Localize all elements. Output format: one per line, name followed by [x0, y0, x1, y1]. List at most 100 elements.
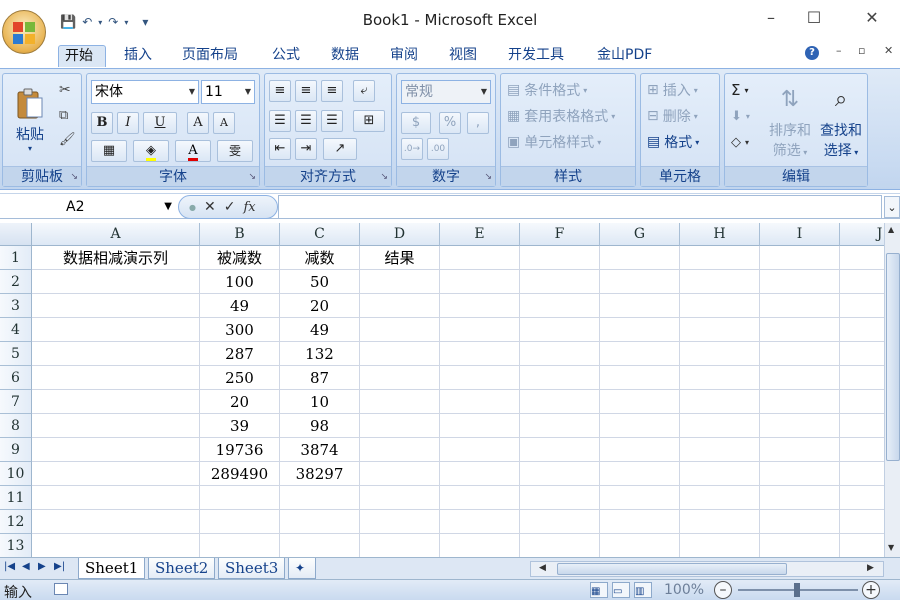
cell-a5[interactable] [32, 342, 200, 366]
cell-f3[interactable] [520, 294, 600, 318]
cell-a3[interactable] [32, 294, 200, 318]
enter-icon[interactable]: ✓ [224, 199, 236, 215]
insert-sheet-button[interactable]: ✦ [288, 558, 316, 579]
format-cells-button[interactable]: ▤ 格式 ▾ [647, 132, 699, 152]
horizontal-scroll-thumb[interactable] [557, 563, 787, 575]
cell-h5[interactable] [680, 342, 760, 366]
cell-d9[interactable] [360, 438, 440, 462]
cell-a6[interactable] [32, 366, 200, 390]
cell-e11[interactable] [440, 486, 520, 510]
zoom-level[interactable]: 100% [664, 582, 704, 598]
cell-j13[interactable] [840, 534, 884, 557]
format-as-table-button[interactable]: ▦ 套用表格格式 ▾ [507, 106, 615, 126]
cell-g13[interactable] [600, 534, 680, 557]
cell-g10[interactable] [600, 462, 680, 486]
cell-e1[interactable] [440, 246, 520, 270]
cell-d8[interactable] [360, 414, 440, 438]
currency-button[interactable]: $ [401, 112, 431, 134]
cell-b7[interactable]: 20 [200, 390, 280, 414]
cell-h6[interactable] [680, 366, 760, 390]
cell-h7[interactable] [680, 390, 760, 414]
cell-h1[interactable] [680, 246, 760, 270]
cell-i2[interactable] [760, 270, 840, 294]
cell-e7[interactable] [440, 390, 520, 414]
cell-j5[interactable] [840, 342, 884, 366]
sort-filter-button[interactable]: ⇅ 排序和 筛选 ▾ [765, 80, 815, 166]
column-header-h[interactable]: H [680, 223, 760, 246]
cell-j2[interactable] [840, 270, 884, 294]
cell-c11[interactable] [280, 486, 360, 510]
cell-h13[interactable] [680, 534, 760, 557]
cell-e8[interactable] [440, 414, 520, 438]
column-header-f[interactable]: F [520, 223, 600, 246]
row-header-12[interactable]: 12 [0, 510, 32, 534]
font-launcher-icon[interactable]: ↘ [248, 172, 256, 182]
column-header-b[interactable]: B [200, 223, 280, 246]
vertical-scroll-thumb[interactable] [886, 253, 900, 461]
insert-cells-button[interactable]: ⊞ 插入 ▾ [647, 80, 698, 100]
grow-font-button[interactable]: A [187, 112, 209, 134]
cell-i5[interactable] [760, 342, 840, 366]
row-header-13[interactable]: 13 [0, 534, 32, 557]
cell-f4[interactable] [520, 318, 600, 342]
bold-button[interactable]: B [91, 112, 113, 134]
formula-input[interactable] [278, 195, 882, 219]
select-all-corner[interactable] [0, 223, 32, 246]
autosum-button[interactable]: Σ ▾ [731, 80, 749, 100]
cell-a10[interactable] [32, 462, 200, 486]
cell-b11[interactable] [200, 486, 280, 510]
cell-f13[interactable] [520, 534, 600, 557]
cell-c2[interactable]: 50 [280, 270, 360, 294]
page-break-view-button[interactable]: ▥ [634, 582, 652, 598]
cell-c10[interactable]: 38297 [280, 462, 360, 486]
cell-f8[interactable] [520, 414, 600, 438]
cell-g3[interactable] [600, 294, 680, 318]
sheet-tab-sheet1[interactable]: Sheet1 [78, 558, 146, 579]
font-name-combo[interactable]: 宋体 ▼ [91, 80, 199, 104]
font-color-button[interactable]: A [175, 140, 211, 162]
cell-j6[interactable] [840, 366, 884, 390]
row-header-8[interactable]: 8 [0, 414, 32, 438]
cell-e12[interactable] [440, 510, 520, 534]
increase-indent-button[interactable]: ⇥ [295, 138, 317, 160]
align-middle-button[interactable]: ≡ [295, 80, 317, 102]
copy-icon[interactable]: ⧉ [59, 108, 68, 123]
row-header-5[interactable]: 5 [0, 342, 32, 366]
cell-j11[interactable] [840, 486, 884, 510]
ribbon-minimize-icon[interactable]: – [836, 44, 842, 57]
format-painter-icon[interactable]: 🖌 [59, 132, 76, 147]
cell-f7[interactable] [520, 390, 600, 414]
cancel-icon[interactable]: ✕ [204, 199, 216, 215]
cell-b2[interactable]: 100 [200, 270, 280, 294]
cell-d13[interactable] [360, 534, 440, 557]
column-header-i[interactable]: I [760, 223, 840, 246]
cell-g8[interactable] [600, 414, 680, 438]
expand-formula-bar-icon[interactable]: ⌄ [884, 196, 900, 218]
sheet-tab-sheet3[interactable]: Sheet3 [218, 558, 286, 579]
cell-i1[interactable] [760, 246, 840, 270]
drag-handle-icon[interactable]: ● [189, 203, 196, 212]
cell-a13[interactable] [32, 534, 200, 557]
normal-view-button[interactable]: ▦ [590, 582, 608, 598]
cell-d4[interactable] [360, 318, 440, 342]
tab-insert[interactable]: 插入 [118, 45, 158, 67]
cell-d5[interactable] [360, 342, 440, 366]
help-icon[interactable]: ? [805, 46, 819, 60]
column-header-e[interactable]: E [440, 223, 520, 246]
next-sheet-icon[interactable]: ▶ [38, 561, 46, 572]
cell-j10[interactable] [840, 462, 884, 486]
fill-color-button[interactable]: ◈ [133, 140, 169, 162]
cell-d6[interactable] [360, 366, 440, 390]
cell-d12[interactable] [360, 510, 440, 534]
cell-e2[interactable] [440, 270, 520, 294]
cell-f12[interactable] [520, 510, 600, 534]
cell-d1[interactable]: 结果 [360, 246, 440, 270]
paste-button[interactable]: 粘贴 ▾ [7, 80, 53, 160]
tab-view[interactable]: 视图 [443, 45, 483, 67]
row-header-1[interactable]: 1 [0, 246, 32, 270]
vertical-scrollbar[interactable]: ▲ ▼ [884, 223, 900, 557]
clear-button[interactable]: ◇ ▾ [731, 132, 749, 152]
cell-g4[interactable] [600, 318, 680, 342]
tab-developer[interactable]: 开发工具 [502, 45, 570, 67]
tab-page-layout[interactable]: 页面布局 [176, 45, 244, 67]
